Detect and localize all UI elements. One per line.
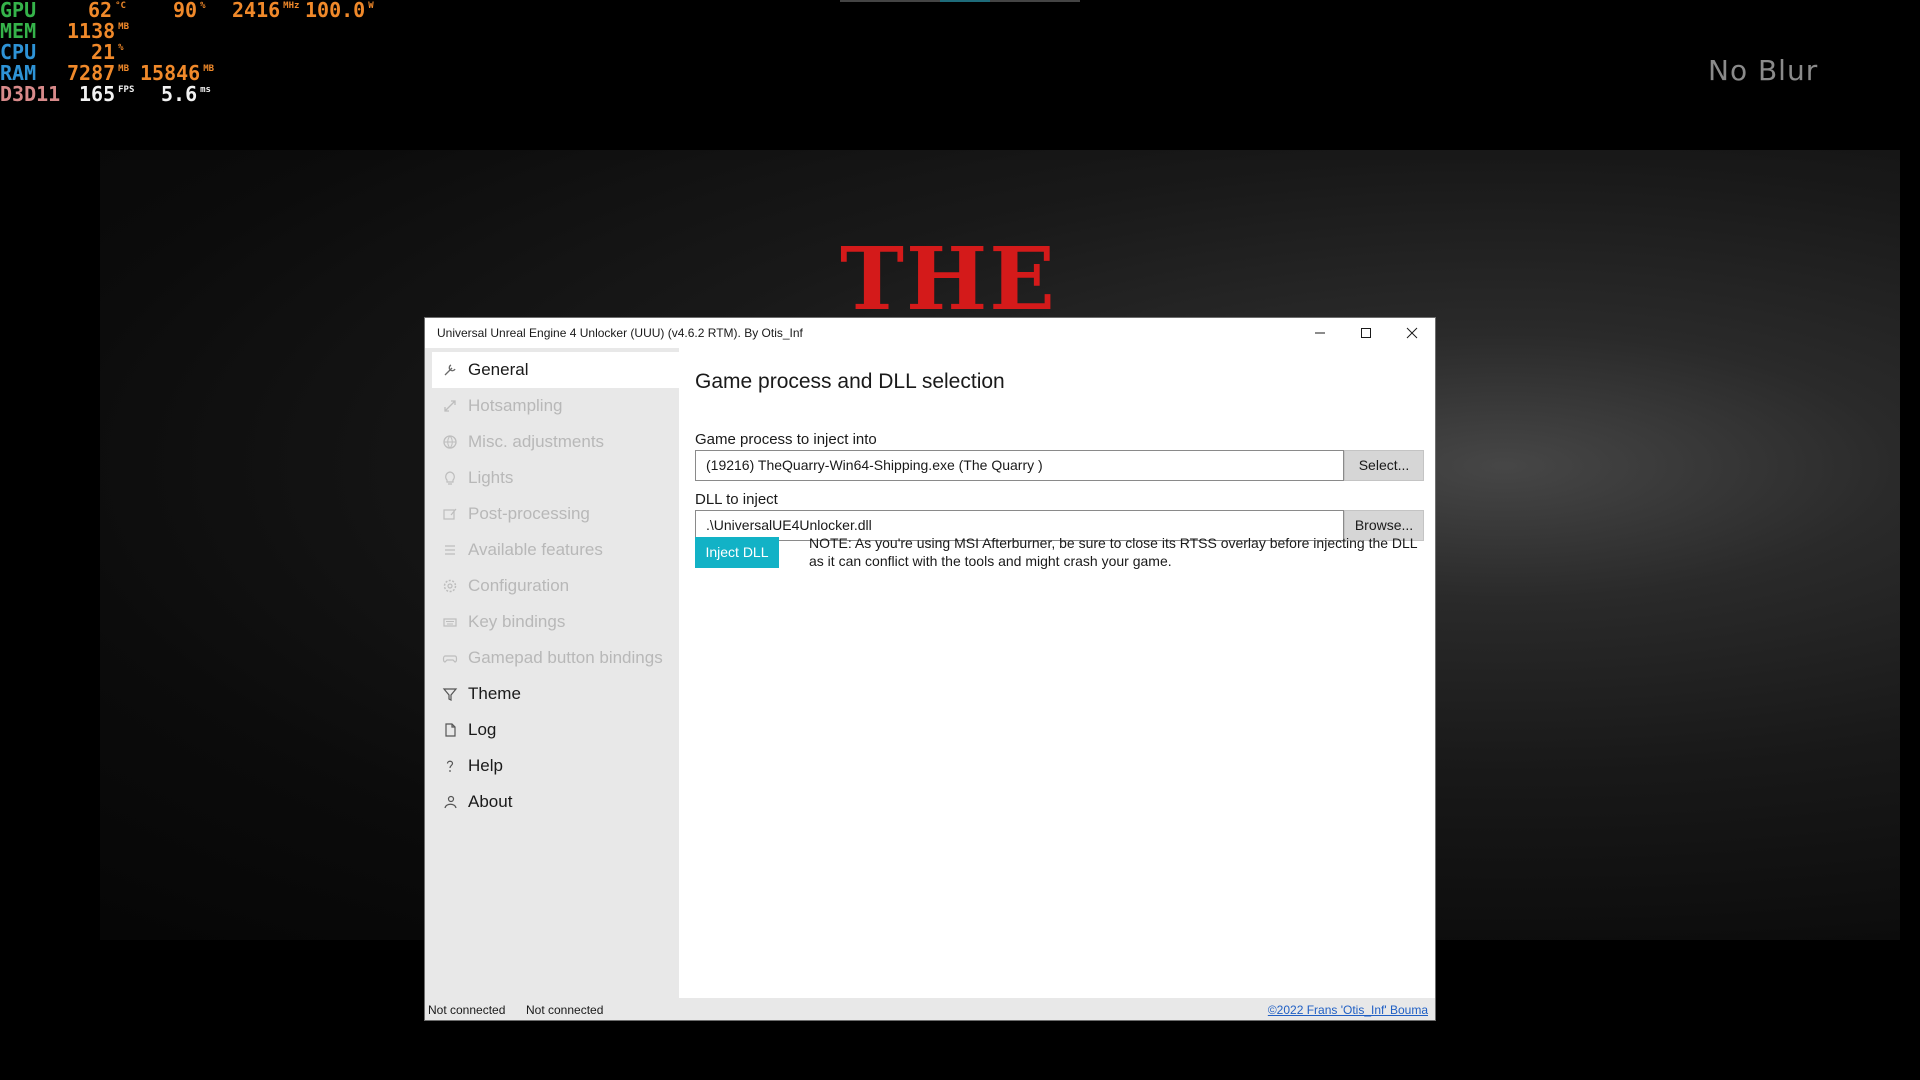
sidebar-item-label: Hotsampling: [468, 396, 563, 415]
inject-dll-button[interactable]: Inject DLL: [695, 537, 779, 568]
osd-value: 2416 MHz: [232, 0, 300, 22]
list-icon: [432, 542, 468, 558]
select-button[interactable]: Select...: [1344, 450, 1424, 481]
osd-label: D3D11: [0, 82, 61, 106]
sidebar-item-gamepad-button-bindings[interactable]: Gamepad button bindings: [432, 640, 679, 676]
maximize-icon: [1361, 328, 1371, 338]
rtss-note: NOTE: As you're using MSI Afterburner, b…: [809, 535, 1418, 569]
lightbulb-icon: [432, 470, 468, 486]
uuu-window: Universal Unreal Engine 4 Unlocker (UUU)…: [424, 317, 1436, 1021]
sidebar-item-label: Lights: [468, 468, 514, 487]
resize-icon: [432, 398, 468, 414]
sidebar-item-log[interactable]: Log: [432, 712, 679, 748]
maximize-button[interactable]: [1343, 318, 1389, 348]
sidebar-item-label: Log: [468, 720, 497, 739]
connection-status-2: Not connected: [526, 1003, 604, 1017]
osd-label: CPU: [0, 40, 37, 64]
gear-icon: [432, 578, 468, 594]
sidebar-item-label: Post-processing: [468, 504, 590, 523]
sidebar-item-hotsampling[interactable]: Hotsampling: [432, 388, 679, 424]
sidebar-item-theme[interactable]: Theme: [432, 676, 679, 712]
main-content: Game process and DLL selection Game proc…: [679, 348, 1435, 998]
osd-label: GPU: [0, 0, 37, 22]
wrench-icon: [432, 362, 468, 378]
gamepad-icon: [432, 650, 468, 666]
sidebar-item-label: Help: [468, 756, 503, 775]
sidebar-item-general[interactable]: General: [432, 352, 679, 388]
sidebar-item-help[interactable]: Help: [432, 748, 679, 784]
sidebar-item-post-processing[interactable]: Post-processing: [432, 496, 679, 532]
process-field[interactable]: (19216) TheQuarry-Win64-Shipping.exe (Th…: [695, 450, 1344, 481]
sidebar-nav: General Hotsampling Misc. adjustments Li…: [425, 348, 679, 998]
minimize-button[interactable]: [1297, 318, 1343, 348]
page-title: Game process and DLL selection: [695, 370, 1005, 393]
osd-value: 165 FPS: [79, 82, 135, 106]
sidebar-item-label: Theme: [468, 684, 521, 703]
document-icon: [432, 722, 468, 738]
sidebar-item-label: Available features: [468, 540, 603, 559]
osd-value: 5.6 ms: [161, 82, 211, 106]
sidebar-item-label: About: [468, 792, 513, 811]
no-blur-label: No Blur: [1708, 54, 1819, 87]
keyboard-icon: [432, 614, 468, 630]
process-label: Game process to inject into: [695, 431, 877, 448]
photo-edit-icon: [432, 506, 468, 522]
close-icon: [1406, 327, 1418, 339]
question-icon: [432, 758, 468, 774]
dll-label: DLL to inject: [695, 491, 778, 508]
osd-value: 7287 MB: [67, 61, 130, 85]
osd-label: MEM: [0, 19, 37, 43]
sidebar-item-lights[interactable]: Lights: [432, 460, 679, 496]
top-edge-line: [840, 0, 1080, 2]
osd-value: 62 °C: [88, 0, 126, 22]
sidebar-item-label: General: [468, 360, 529, 379]
sidebar-item-available-features[interactable]: Available features: [432, 532, 679, 568]
window-title: Universal Unreal Engine 4 Unlocker (UUU)…: [437, 326, 803, 340]
osd-value: 100.0 W: [305, 0, 374, 22]
filter-icon: [432, 686, 468, 702]
connection-status: Not connected: [428, 1003, 506, 1017]
person-icon: [432, 794, 468, 810]
sidebar-item-key-bindings[interactable]: Key bindings: [432, 604, 679, 640]
globe-icon: [432, 434, 468, 450]
osd-value: 1138 MB: [67, 19, 130, 43]
minimize-icon: [1315, 332, 1325, 334]
sidebar-item-configuration[interactable]: Configuration: [432, 568, 679, 604]
sidebar-item-label: Configuration: [468, 576, 570, 595]
sidebar-item-misc-adjustments[interactable]: Misc. adjustments: [432, 424, 679, 460]
osd-value: 90%: [173, 0, 206, 22]
osd-value: 21%: [91, 40, 124, 64]
game-logo: THE: [840, 240, 1057, 320]
sidebar-item-about[interactable]: About: [432, 784, 679, 820]
sidebar-item-label: Gamepad button bindings: [468, 648, 663, 667]
status-bar: Not connected Not connected ©2022 Frans …: [425, 998, 1435, 1020]
copyright-link[interactable]: ©2022 Frans 'Otis_Inf' Bouma: [1268, 1003, 1428, 1017]
sidebar-item-label: Misc. adjustments: [468, 432, 605, 451]
close-button[interactable]: [1389, 318, 1435, 348]
sidebar-item-label: Key bindings: [468, 612, 566, 631]
osd-value: 15846 MB: [140, 61, 215, 85]
title-bar[interactable]: Universal Unreal Engine 4 Unlocker (UUU)…: [425, 318, 1435, 348]
osd-label: RAM: [0, 61, 37, 85]
